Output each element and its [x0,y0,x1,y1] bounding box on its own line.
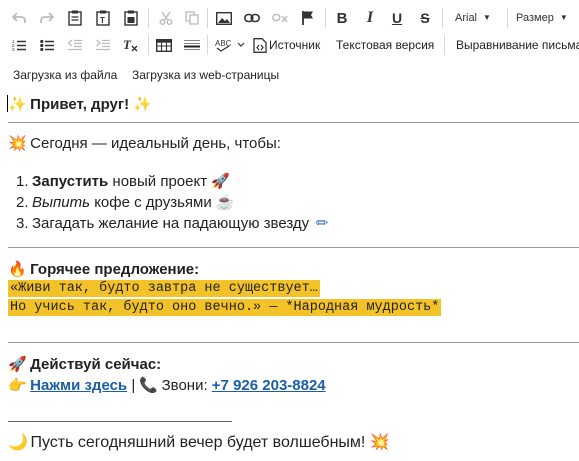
toolbar-row-1: T B I U S Arial ▼ Размер ▼ [0,5,579,31]
intro-text: Сегодня — идеальный день, чтобы: [30,135,281,152]
offer-line: 🔥 Горячее предложение: [8,260,199,278]
list-item-text: новый проект [108,173,208,190]
list-item: 1. Запустить новый проект 🚀 [16,172,331,193]
bold-button[interactable]: B [331,7,353,29]
copy-icon[interactable] [181,7,203,29]
size-select-value: Размер [516,12,554,24]
source-icon[interactable] [249,34,271,56]
greeting-line: ✨ Привет, друг! ✨ [8,95,152,113]
divider [8,122,579,123]
toolbar-row-3: Загрузка из файла Загрузка из web-страни… [0,62,579,88]
pencil-icon: ✏ [316,215,329,232]
strikethrough-button[interactable]: S [414,7,436,29]
align-letter-button[interactable]: Выравнивание письма [456,34,579,56]
italic-button[interactable]: I [359,7,381,29]
quote-line-1: «Живи так, будто завтра не существует… [8,280,320,297]
toolbar-separator [207,8,208,28]
list-item: 2. Выпить кофе с друзьями ☕ [16,193,331,214]
image-icon[interactable] [213,7,235,29]
svg-text:3: 3 [12,47,15,51]
list-item-bold: Запустить [32,173,109,190]
phone-link[interactable]: +7 926 203-8824 [212,377,326,394]
greeting-text: Привет, друг! [30,96,130,113]
coffee-icon: ☕ [215,194,235,211]
divider [8,247,579,248]
bulleted-list-icon[interactable] [36,34,58,56]
list-item-text: кофе с друзьями [90,194,212,211]
indent-icon[interactable] [92,34,114,56]
separator-text: | [131,377,136,394]
text-version-button[interactable]: Текстовая версия [336,34,434,56]
list-number: 3. [16,215,29,232]
quote-line-2: Но учись так, будто оно вечно.» — *Народ… [8,299,442,316]
chevron-down-icon: ▼ [483,13,491,22]
rocket-icon: 🚀 [8,356,27,373]
call-label: Звони: [161,377,208,394]
svg-text:T: T [100,16,105,25]
size-select[interactable]: Размер ▼ [516,7,568,29]
fire-icon: 🔥 [8,261,27,278]
crescent-moon-icon: 🌙 [8,434,28,451]
chevron-down-icon: ▼ [559,13,568,22]
offer-title: Горячее предложение: [30,261,200,278]
pointing-hand-icon: 👉 [8,377,27,394]
paste-text-icon[interactable]: T [92,7,114,29]
sparkles-icon: ✨ [133,96,152,113]
outdent-icon[interactable] [64,34,86,56]
closing-text: Пусть сегодняшний вечер будет волшебным! [30,434,366,451]
remove-format-icon[interactable]: T [120,34,142,56]
phone-icon: 📞 [139,377,159,394]
list-item-italic: Выпить [32,194,91,211]
sparkles-icon: ✨ [8,96,27,113]
toolbar-separator [148,35,149,55]
editor-toolbar: T B I U S Arial ▼ Размер ▼ 1 2 3 T ABC И… [0,0,579,88]
upload-file-button[interactable]: Загрузка из файла [13,64,117,86]
cta-line: 👉 Нажми здесь | 📞 Звони: +7 926 203-8824 [8,376,326,394]
toolbar-separator [442,8,443,28]
link-icon[interactable] [241,7,263,29]
list-item: 3. Загадать желание на падающую звезду ✏ [16,214,331,235]
flag-icon[interactable] [297,7,319,29]
numbered-list-icon[interactable]: 123 [8,34,30,56]
table-icon[interactable] [153,34,175,56]
toolbar-separator [148,8,149,28]
rocket-icon: 🚀 [211,173,230,190]
undo-icon[interactable] [8,7,30,29]
short-divider [8,421,232,422]
action-line: 🚀 Действуй сейчас: [8,355,161,373]
svg-text:T: T [123,38,132,52]
list-number: 1. [16,173,29,190]
toolbar-row-2: 123 T ABC Источник Текстовая версия Выра… [0,32,579,58]
collision-icon: 💥 [369,434,390,451]
font-select[interactable]: Arial ▼ [455,7,491,29]
editor-content[interactable]: ✨ Привет, друг! ✨ 💥 Сегодня — идеальный … [0,88,579,461]
closing-line: 🌙 Пусть сегодняшний вечер будет волшебны… [8,432,390,452]
toolbar-separator [207,35,208,55]
collision-icon: 💥 [8,135,27,152]
toolbar-separator [444,35,445,55]
paste-word-icon[interactable] [120,7,142,29]
upload-web-button[interactable]: Загрузка из web-страницы [132,64,279,86]
redo-icon[interactable] [36,7,58,29]
list-item-text: Загадать желание на падающую звезду [32,215,310,232]
paste-icon[interactable] [64,7,86,29]
action-title: Действуй сейчас: [30,356,162,373]
toolbar-separator [325,8,326,28]
list-number: 2. [16,194,29,211]
intro-line: 💥 Сегодня — идеальный день, чтобы: [8,134,281,152]
toolbar-separator [507,8,508,28]
unlink-icon[interactable] [269,7,291,29]
divider [8,342,579,343]
underline-button[interactable]: U [386,7,408,29]
todo-list: 1. Запустить новый проект 🚀 2. Выпить кофе… [16,172,331,235]
horizontal-rule-icon[interactable] [181,34,203,56]
source-button[interactable]: Источник [269,34,320,56]
font-select-value: Arial [455,12,478,24]
spellcheck-button[interactable]: ABC [214,34,246,56]
click-here-link[interactable]: Нажми здесь [30,377,127,394]
cut-icon[interactable] [155,7,177,29]
